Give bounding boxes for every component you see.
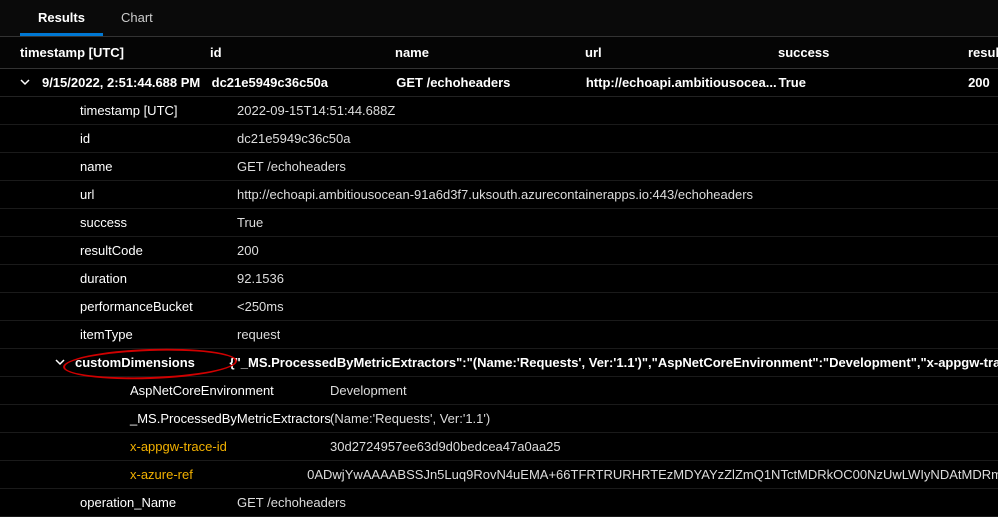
cell-url: http://echoapi.ambitiousocea... [586,75,779,90]
detail-performancebucket: performanceBucket <250ms [0,293,998,321]
cell-success: True [778,75,968,90]
sub-key: x-appgw-trace-id [0,439,312,454]
detail-key: timestamp [UTC] [0,103,215,118]
chevron-down-icon[interactable] [20,75,32,90]
customdimensions-json: {"_MS.ProcessedByMetricExtractors":"(Nam… [208,355,998,370]
detail-val: <250ms [215,299,284,314]
detail-val: 2022-09-15T14:51:44.688Z [215,103,395,118]
cell-result: 200 [968,75,998,90]
cd-x-appgw-trace-id: x-appgw-trace-id 30d2724957ee63d9d0bedce… [0,433,998,461]
result-row-0[interactable]: 9/15/2022, 2:51:44.688 PM dc21e5949c36c5… [0,69,998,97]
results-tabs: Results Chart [0,0,998,37]
col-header-id[interactable]: id [210,45,395,60]
detail-resultcode: resultCode 200 [0,237,998,265]
col-header-success[interactable]: success [778,45,968,60]
cell-timestamp: 9/15/2022, 2:51:44.688 PM [42,75,212,90]
tab-chart[interactable]: Chart [103,0,171,36]
detail-url: url http://echoapi.ambitiousocean-91a6d3… [0,181,998,209]
customdimensions-label: customDimensions [75,355,208,370]
cd-x-azure-ref: x-azure-ref 0ADwjYwAAAABSSJn5Luq9RovN4uE… [0,461,998,489]
detail-name: name GET /echoheaders [0,153,998,181]
detail-val: dc21e5949c36c50a [215,131,351,146]
col-header-timestamp[interactable]: timestamp [UTC] [20,45,210,60]
detail-timestamp: timestamp [UTC] 2022-09-15T14:51:44.688Z [0,97,998,125]
detail-customdimensions[interactable]: customDimensions {"_MS.ProcessedByMetric… [0,349,998,377]
detail-operation-name: operation_Name GET /echoheaders [0,489,998,517]
cell-name: GET /echoheaders [396,75,586,90]
sub-key: AspNetCoreEnvironment [0,383,312,398]
detail-key: itemType [0,327,215,342]
cd-ms-processed: _MS.ProcessedByMetricExtractors (Name:'R… [0,405,998,433]
detail-success: success True [0,209,998,237]
detail-id: id dc21e5949c36c50a [0,125,998,153]
detail-key: duration [0,271,215,286]
detail-key: performanceBucket [0,299,215,314]
tab-results[interactable]: Results [20,0,103,36]
col-header-url[interactable]: url [585,45,778,60]
column-header-row: timestamp [UTC] id name url success resu… [0,37,998,69]
detail-itemtype: itemType request [0,321,998,349]
cd-aspnetcoreenvironment: AspNetCoreEnvironment Development [0,377,998,405]
chevron-down-icon[interactable] [55,355,65,370]
sub-val: Development [312,383,407,398]
detail-key: url [0,187,215,202]
detail-key: success [0,215,215,230]
detail-val: http://echoapi.ambitiousocean-91a6d3f7.u… [215,187,753,202]
col-header-name[interactable]: name [395,45,585,60]
sub-val: 0ADwjYwAAAABSSJn5Luq9RovN4uEMA+66TFRTRUR… [289,467,998,482]
detail-key: name [0,159,215,174]
detail-val: GET /echoheaders [215,159,346,174]
detail-duration: duration 92.1536 [0,265,998,293]
detail-val: request [215,327,280,342]
detail-key: resultCode [0,243,215,258]
sub-key: x-azure-ref [0,467,289,482]
sub-key: _MS.ProcessedByMetricExtractors [0,411,312,426]
sub-val: 30d2724957ee63d9d0bedcea47a0aa25 [312,439,561,454]
detail-key: id [0,131,215,146]
cell-id: dc21e5949c36c50a [212,75,397,90]
col-header-result[interactable]: result [968,45,998,60]
sub-val: (Name:'Requests', Ver:'1.1') [312,411,490,426]
detail-val: True [215,215,263,230]
detail-val: 200 [215,243,259,258]
detail-val: 92.1536 [215,271,284,286]
